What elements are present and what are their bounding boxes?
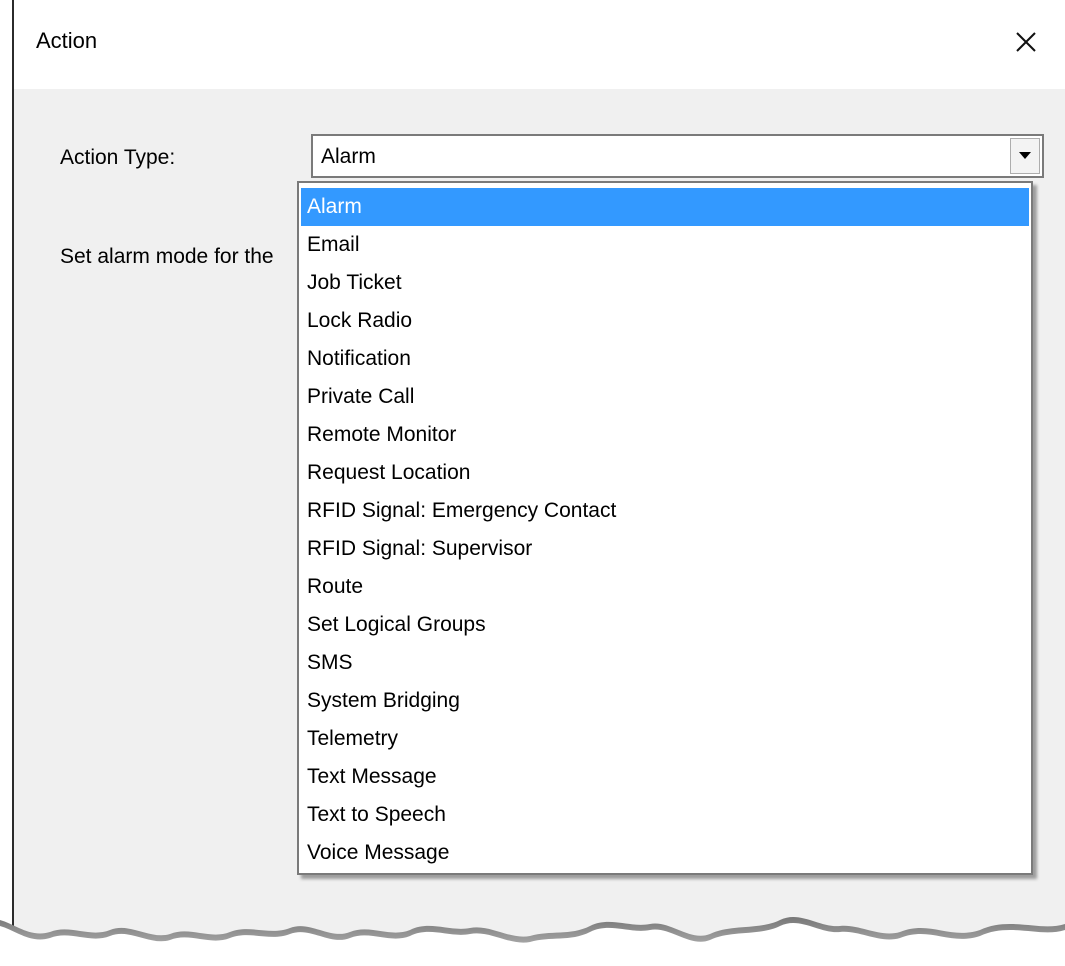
- dropdown-option[interactable]: Notification: [301, 340, 1029, 378]
- alarm-mode-description: Set alarm mode for the: [60, 245, 274, 268]
- dropdown-option[interactable]: Email: [301, 226, 1029, 264]
- dropdown-option[interactable]: Text to Speech: [301, 796, 1029, 834]
- action-type-dropdown-list[interactable]: Alarm Email Job Ticket Lock Radio Notificati…: [297, 181, 1033, 875]
- action-type-selected-value: Alarm: [321, 145, 376, 168]
- torn-edge-decoration: [0, 916, 1065, 966]
- dropdown-option[interactable]: Text Message: [301, 758, 1029, 796]
- dropdown-option[interactable]: System Bridging: [301, 682, 1029, 720]
- dropdown-option[interactable]: Telemetry: [301, 720, 1029, 758]
- dropdown-option[interactable]: SMS: [301, 644, 1029, 682]
- action-type-label: Action Type:: [60, 146, 176, 169]
- close-button[interactable]: [1002, 18, 1050, 66]
- action-type-combobox[interactable]: Alarm: [311, 134, 1044, 178]
- title-bar: Action: [14, 0, 1065, 89]
- dropdown-option[interactable]: Remote Monitor: [301, 416, 1029, 454]
- dropdown-options: Alarm Email Job Ticket Lock Radio Notificati…: [299, 183, 1031, 872]
- dropdown-arrow-button[interactable]: [1010, 138, 1040, 174]
- screenshot-stage: Action Action Type: Set alarm mode for t…: [0, 0, 1065, 966]
- dropdown-option[interactable]: Voice Message: [301, 834, 1029, 872]
- dropdown-option[interactable]: RFID Signal: Supervisor: [301, 530, 1029, 568]
- dropdown-option[interactable]: Job Ticket: [301, 264, 1029, 302]
- dropdown-option[interactable]: Alarm: [301, 188, 1029, 226]
- dropdown-option[interactable]: RFID Signal: Emergency Contact: [301, 492, 1029, 530]
- close-icon: [1016, 32, 1036, 52]
- dialog-title: Action: [36, 28, 98, 53]
- dropdown-option[interactable]: Private Call: [301, 378, 1029, 416]
- dropdown-option[interactable]: Set Logical Groups: [301, 606, 1029, 644]
- chevron-down-icon: [1019, 152, 1031, 159]
- dropdown-option[interactable]: Route: [301, 568, 1029, 606]
- dropdown-option[interactable]: Request Location: [301, 454, 1029, 492]
- dropdown-option[interactable]: Lock Radio: [301, 302, 1029, 340]
